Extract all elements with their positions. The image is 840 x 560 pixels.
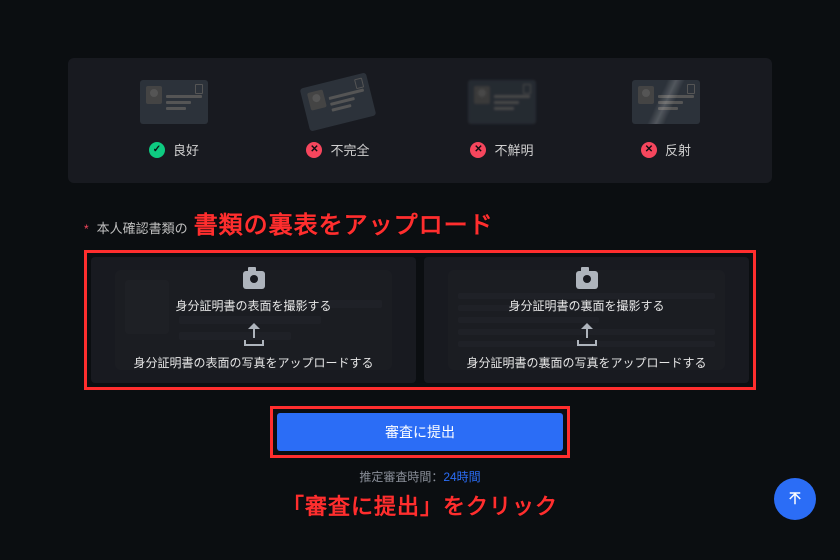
estimate-value: 24時間	[443, 470, 480, 484]
submit-button[interactable]: 審査に提出	[277, 413, 563, 451]
quality-label: 不鮮明	[494, 140, 533, 159]
quality-label: 反射	[665, 140, 691, 159]
id-card-thumb-blurry	[468, 80, 536, 124]
cross-icon: ✕	[470, 142, 486, 158]
quality-glare: ✕ 反射	[632, 80, 700, 159]
estimated-review-time: 推定審査時間：24時間	[24, 468, 816, 485]
upload-icon	[244, 326, 264, 346]
annotation-upload-both-sides: 書類の裏表をアップロード	[194, 205, 494, 240]
capture-front-label: 身分証明書の表面を撮影する	[175, 297, 331, 314]
quality-good: ✓ 良好	[140, 80, 208, 159]
capture-back-label: 身分証明書の裏面を撮影する	[508, 297, 664, 314]
submit-annotated-frame: 審査に提出	[270, 406, 570, 458]
annotation-click-submit: 「審査に提出」をクリック	[24, 489, 816, 521]
camera-icon	[576, 271, 598, 289]
cross-icon: ✕	[306, 142, 322, 158]
quality-incomplete: ✕ 不完全	[304, 80, 372, 159]
required-star: *	[84, 222, 89, 236]
upload-front-label: 身分証明書の表面の写真をアップロードする	[133, 354, 373, 371]
arrow-up-icon	[786, 490, 804, 508]
quality-blurry: ✕ 不鮮明	[468, 80, 536, 159]
estimate-label: 推定審査時間：	[359, 470, 443, 484]
upload-icon	[577, 326, 597, 346]
upload-section-annotated: 身分証明書の表面を撮影する 身分証明書の表面の写真をアップロードする 身分証明書…	[84, 250, 756, 390]
id-card-thumb-tilted	[300, 72, 377, 131]
check-icon: ✓	[149, 142, 165, 158]
upload-front-card[interactable]: 身分証明書の表面を撮影する 身分証明書の表面の写真をアップロードする	[91, 257, 416, 383]
quality-label: 不完全	[330, 140, 369, 159]
section-label: 本人確認書類の	[97, 218, 188, 237]
photo-quality-panel: ✓ 良好 ✕ 不完全 ✕ 不鮮明	[68, 58, 772, 183]
quality-label: 良好	[173, 140, 199, 159]
upload-back-card[interactable]: 身分証明書の裏面を撮影する 身分証明書の裏面の写真をアップロードする	[424, 257, 749, 383]
upload-back-label: 身分証明書の裏面の写真をアップロードする	[466, 354, 706, 371]
id-card-thumb-good	[140, 80, 208, 124]
cross-icon: ✕	[641, 142, 657, 158]
camera-icon	[243, 271, 265, 289]
id-card-thumb-glare	[632, 80, 700, 124]
scroll-to-top-button[interactable]	[774, 478, 816, 520]
